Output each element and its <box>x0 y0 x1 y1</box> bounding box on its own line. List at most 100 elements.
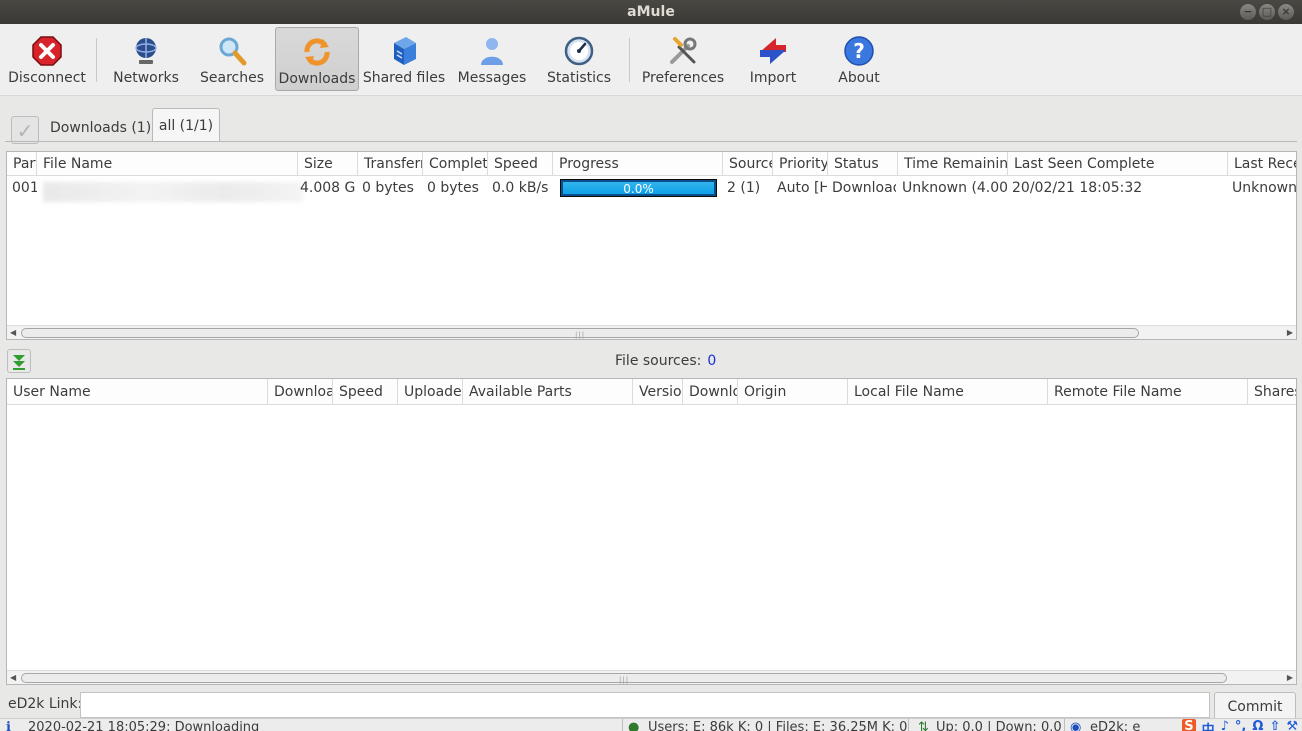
window-controls: − □ × <box>1240 4 1294 20</box>
shared-files-label: Shared files <box>362 70 446 86</box>
status-transfer: Up: 0.0 | Down: 0.0 <box>936 720 1062 731</box>
downloads-icon <box>300 35 334 69</box>
column-status[interactable]: Status <box>828 152 898 175</box>
column-speed[interactable]: Speed <box>488 152 553 175</box>
column-progress[interactable]: Progress <box>553 152 723 175</box>
scroll-thumb[interactable]: ||| <box>21 328 1139 339</box>
cell-speed: 0.0 kB/s <box>492 180 549 196</box>
magnifier-icon <box>215 34 249 68</box>
column-downloaded[interactable]: Downloaded <box>268 379 333 404</box>
minimize-button[interactable]: − <box>1240 4 1256 20</box>
column-file-name[interactable]: File Name <box>37 152 298 175</box>
title-bar: aMule − □ × <box>0 0 1302 24</box>
cell-size: 4.008 GB <box>300 180 355 196</box>
networks-button[interactable]: Networks <box>103 27 189 91</box>
downloads-count-label: Downloads (1) <box>50 120 152 136</box>
column-local-file-name[interactable]: Local File Name <box>848 379 1048 404</box>
double-chevron-down-icon <box>13 355 25 370</box>
downloads-label: Downloads <box>278 71 356 87</box>
file-sources-count: 0 <box>707 353 717 369</box>
about-button[interactable]: ? About <box>816 27 902 91</box>
close-button[interactable]: × <box>1278 4 1294 20</box>
downloads-list: Part File Name Size Transferred Complete… <box>6 151 1297 340</box>
svg-text:?: ? <box>853 39 865 63</box>
grip-icon: ||| <box>619 676 630 684</box>
statistics-label: Statistics <box>547 70 611 86</box>
gauge-icon <box>562 34 596 68</box>
chinese-input-icon[interactable]: 中 <box>1202 719 1215 731</box>
column-shares[interactable]: Shares <box>1248 379 1296 404</box>
scroll-right-icon[interactable]: ▶ <box>1287 326 1293 340</box>
column-size[interactable]: Size <box>298 152 358 175</box>
downloads-button[interactable]: Downloads <box>275 27 359 91</box>
cell-last-seen-complete: 20/02/21 18:05:32 <box>1012 180 1143 196</box>
main-toolbar: Disconnect Networks Searches Downloads S… <box>0 24 1302 96</box>
preferences-label: Preferences <box>641 70 725 86</box>
searches-button[interactable]: Searches <box>189 27 275 91</box>
status-network: eD2k: e <box>1090 720 1141 731</box>
shared-files-button[interactable]: Shared files <box>359 27 449 91</box>
wrench-icon[interactable]: ⚒ <box>1286 719 1298 731</box>
column-sources[interactable]: Sources <box>723 152 773 175</box>
scroll-right-icon[interactable]: ▶ <box>1287 671 1293 685</box>
scroll-left-icon[interactable]: ◀ <box>10 671 16 685</box>
checkmark-icon[interactable]: ✓ <box>11 116 39 144</box>
status-bar: ℹ 2020-02-21 18:05:29: Downloading ● Use… <box>0 718 1302 731</box>
statistics-button[interactable]: Statistics <box>535 27 623 91</box>
downloads-horizontal-scrollbar[interactable]: ◀ ||| ▶ <box>7 325 1296 339</box>
toggle-sources-button[interactable] <box>7 349 31 373</box>
disconnect-button[interactable]: Disconnect <box>4 27 90 91</box>
cell-completed: 0 bytes <box>427 180 479 196</box>
shirt-icon[interactable]: ⇧ <box>1269 719 1280 731</box>
disconnect-icon <box>30 34 64 68</box>
messages-button[interactable]: Messages <box>449 27 535 91</box>
column-speed[interactable]: Speed <box>333 379 398 404</box>
cell-last-received: Unknown <box>1232 180 1297 196</box>
network-icon: ◉ <box>1070 720 1082 731</box>
column-remote-file-name[interactable]: Remote File Name <box>1048 379 1248 404</box>
import-label: Import <box>749 70 797 86</box>
ed2k-link-input[interactable] <box>80 692 1210 718</box>
help-icon: ? <box>842 34 876 68</box>
scroll-thumb[interactable]: ||| <box>21 673 1227 684</box>
import-button[interactable]: Import <box>730 27 816 91</box>
table-row[interactable]: 001 4.008 GB 0 bytes 0 bytes 0.0 kB/s 0.… <box>7 176 1297 202</box>
cell-part: 001 <box>12 180 37 196</box>
ed2k-link-row: eD2k Link: Commit <box>0 690 1302 720</box>
column-part[interactable]: Part <box>7 152 37 175</box>
column-last-seen-complete[interactable]: Last Seen Complete <box>1008 152 1228 175</box>
column-last-received[interactable]: Last Received <box>1228 152 1296 175</box>
globe-icon <box>129 34 163 68</box>
column-time-remaining[interactable]: Time Remaining <box>898 152 1008 175</box>
input-method-icon[interactable]: S <box>1182 719 1196 731</box>
transfer-icon: ⇅ <box>918 720 929 731</box>
column-version[interactable]: Version <box>633 379 683 404</box>
moon-icon[interactable]: ♪ <box>1221 719 1229 731</box>
column-completed[interactable]: Completed <box>423 152 488 175</box>
status-separator <box>1064 719 1065 731</box>
cell-status: Downloading <box>832 180 896 196</box>
column-user-name[interactable]: User Name <box>7 379 268 404</box>
tab-all[interactable]: all (1/1) <box>152 108 220 142</box>
maximize-button[interactable]: □ <box>1259 4 1275 20</box>
column-transferred[interactable]: Transferred <box>358 152 423 175</box>
cell-time-remaining: Unknown (4.008 GB) <box>902 180 1007 196</box>
symbol-icon[interactable]: Ω <box>1252 719 1263 731</box>
preferences-button[interactable]: Preferences <box>636 27 730 91</box>
column-available-parts[interactable]: Available Parts <box>463 379 633 404</box>
status-separator <box>622 719 623 731</box>
punctuation-icon[interactable]: °, <box>1235 719 1246 731</box>
shared-files-icon <box>387 34 421 68</box>
commit-button[interactable]: Commit <box>1214 692 1296 720</box>
cell-priority: Auto [Hi] <box>777 180 827 196</box>
column-uploaded[interactable]: Uploaded <box>398 379 463 404</box>
downloads-header: Part File Name Size Transferred Complete… <box>7 152 1296 176</box>
sources-horizontal-scrollbar[interactable]: ◀ ||| ▶ <box>7 670 1296 684</box>
column-origin[interactable]: Origin <box>738 379 848 404</box>
column-download[interactable]: Download <box>683 379 738 404</box>
sources-header: User Name Downloaded Speed Uploaded Avai… <box>7 379 1296 405</box>
progress-fill: 0.0% <box>563 182 714 196</box>
category-tabs: ✓ Downloads (1) all (1/1) <box>5 104 1297 150</box>
scroll-left-icon[interactable]: ◀ <box>10 326 16 340</box>
column-priority[interactable]: Priority <box>773 152 828 175</box>
